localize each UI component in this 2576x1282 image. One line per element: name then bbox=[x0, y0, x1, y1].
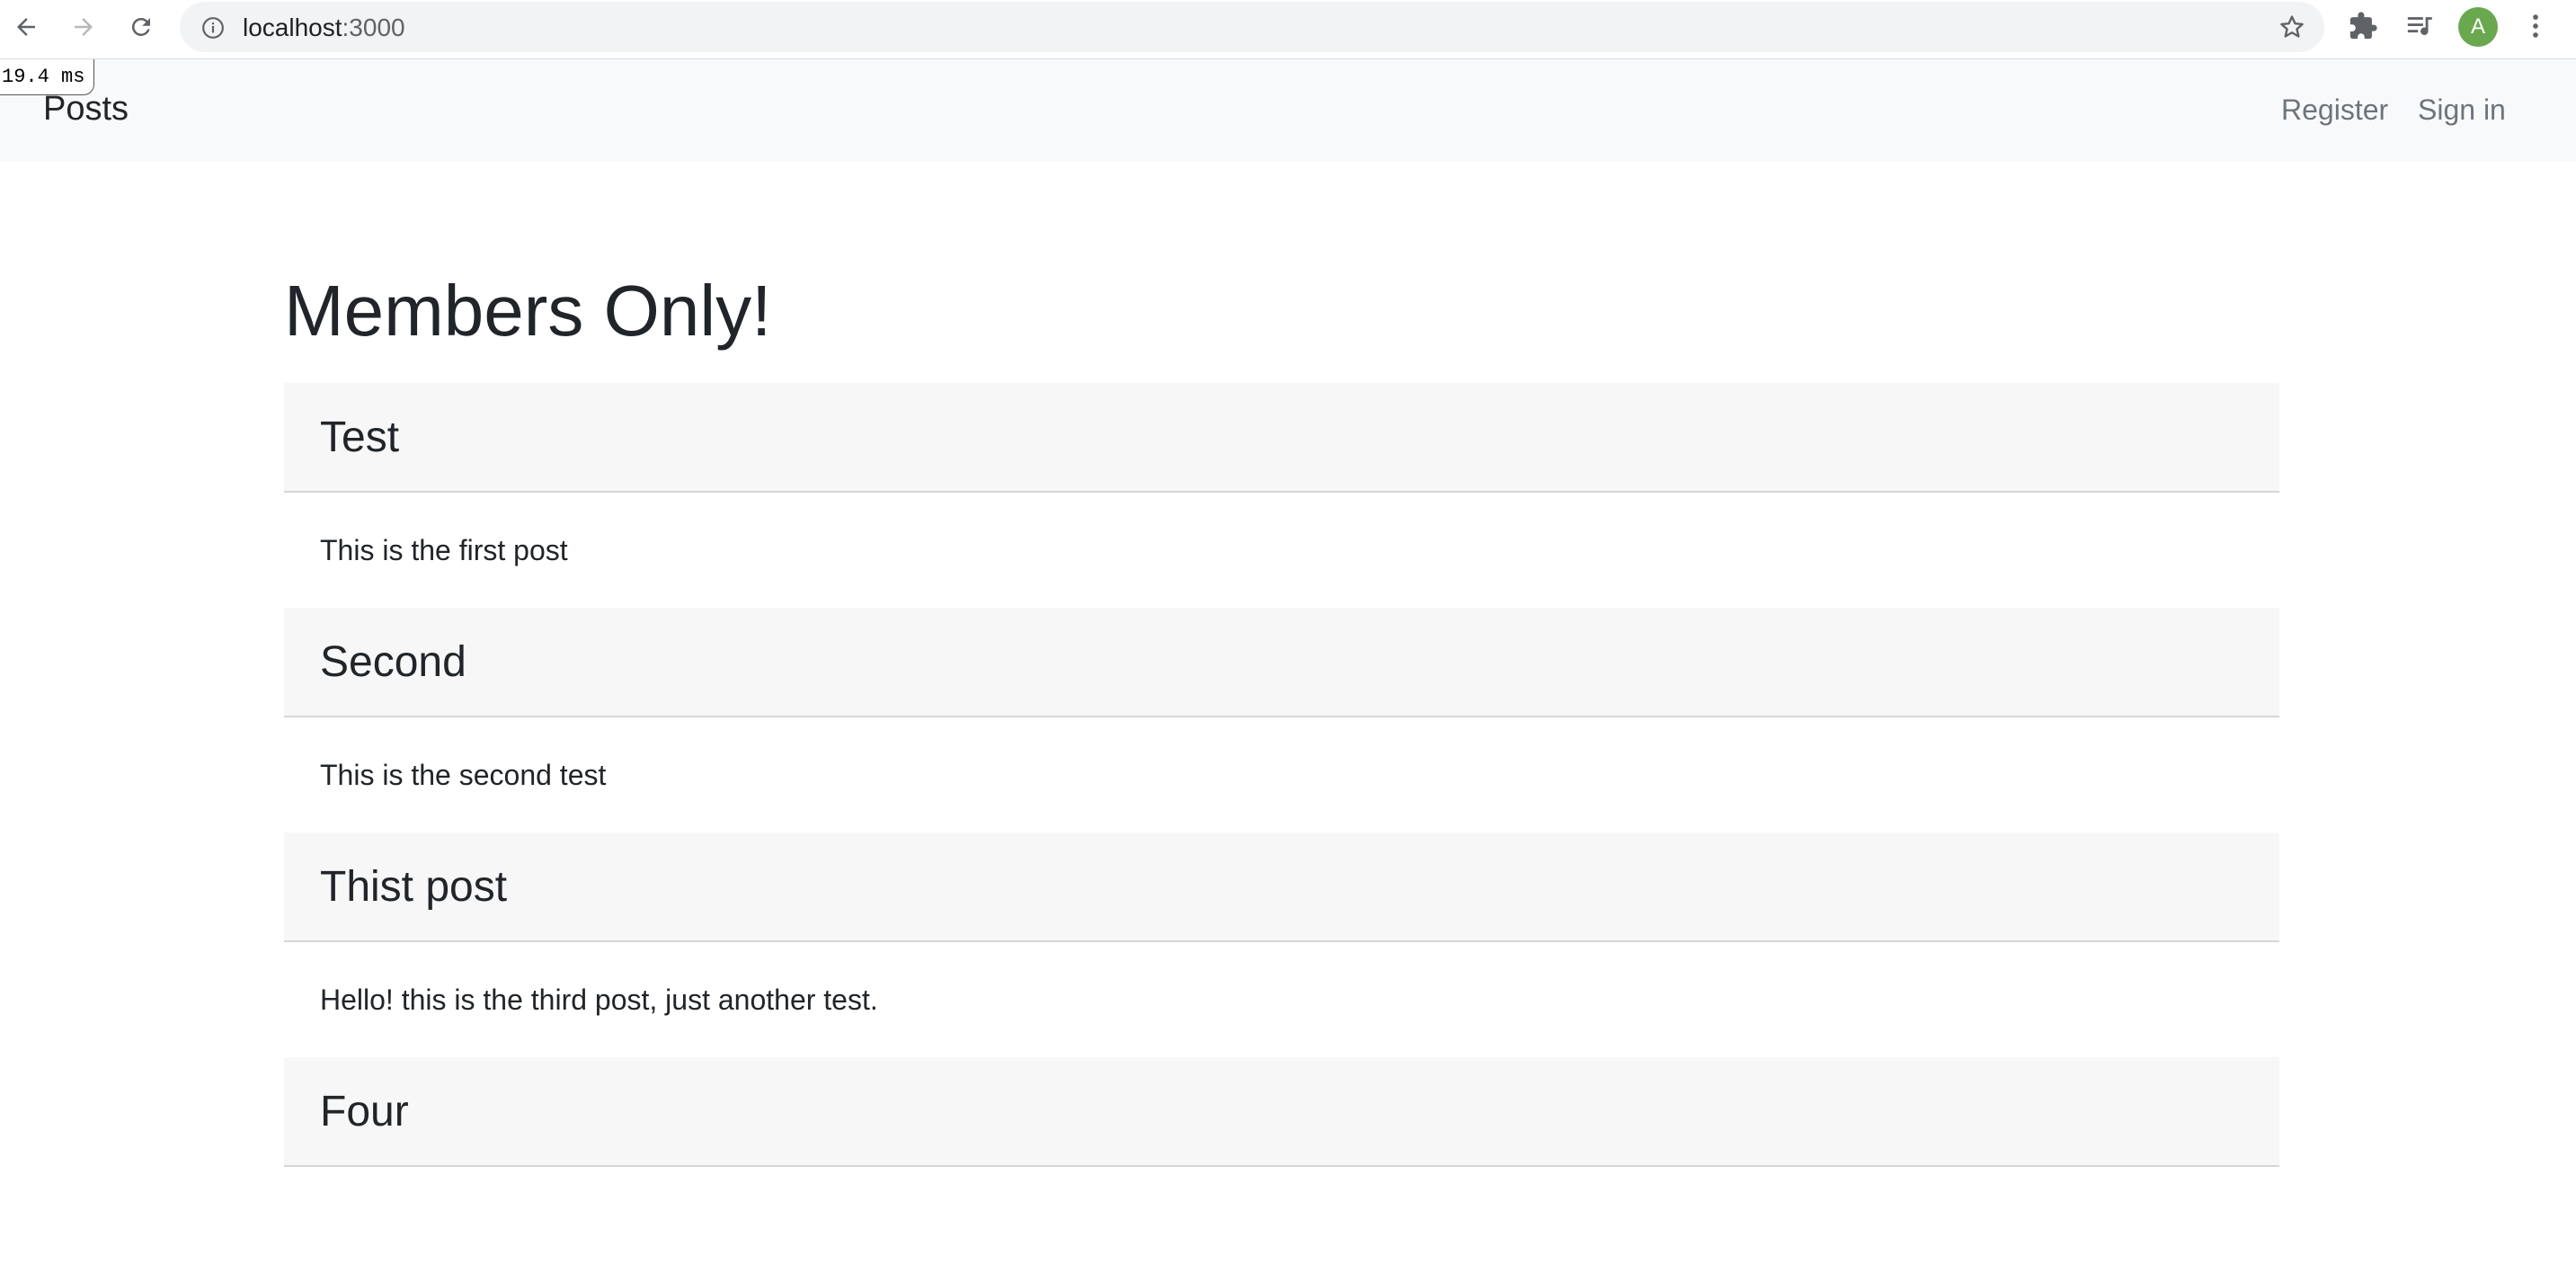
post-card: Thist post Hello! this is the third post… bbox=[284, 832, 2279, 1057]
post-body: This is the second test bbox=[320, 759, 607, 791]
browser-menu-button[interactable] bbox=[2520, 11, 2551, 41]
post-body bbox=[284, 1167, 2279, 1282]
post-header: Test bbox=[284, 383, 2279, 493]
register-link[interactable]: Register bbox=[2281, 93, 2388, 127]
browser-toolbar: localhost:3000 A bbox=[0, 0, 2576, 59]
post-title: Test bbox=[320, 414, 400, 461]
page-title: Members Only! bbox=[284, 271, 772, 351]
kebab-menu-icon bbox=[2533, 14, 2538, 38]
sign-in-link[interactable]: Sign in bbox=[2418, 93, 2506, 127]
playlist-icon bbox=[2407, 17, 2432, 35]
info-icon[interactable] bbox=[201, 16, 225, 40]
forward-arrow-icon bbox=[75, 18, 93, 36]
post-card: Test This is the first post bbox=[284, 383, 2279, 608]
profile-avatar[interactable]: A bbox=[2458, 7, 2498, 47]
puzzle-icon bbox=[2349, 12, 2377, 40]
url-port: :3000 bbox=[342, 13, 405, 41]
post-title: Second bbox=[320, 638, 466, 686]
post-header: Four bbox=[284, 1057, 2279, 1167]
post-title: Four bbox=[320, 1088, 409, 1135]
back-button[interactable] bbox=[7, 8, 45, 46]
extensions-button[interactable] bbox=[2348, 11, 2378, 41]
post-card: Second This is the second test bbox=[284, 608, 2279, 832]
post-title: Thist post bbox=[320, 863, 508, 911]
url-text[interactable]: localhost:3000 bbox=[243, 13, 405, 42]
post-card: Four bbox=[284, 1057, 2279, 1282]
navbar-brand[interactable]: Posts bbox=[43, 90, 129, 129]
app-navbar: Posts Register Sign in bbox=[0, 59, 2576, 162]
reload-button[interactable] bbox=[122, 8, 160, 46]
media-button[interactable] bbox=[2405, 11, 2436, 41]
post-body: This is the first post bbox=[320, 534, 568, 566]
render-timing-badge: 19.4 ms bbox=[0, 59, 95, 95]
back-arrow-icon bbox=[17, 18, 35, 36]
post-header: Thist post bbox=[284, 832, 2279, 942]
post-header: Second bbox=[284, 608, 2279, 717]
star-icon[interactable] bbox=[2278, 13, 2306, 41]
forward-button[interactable] bbox=[65, 8, 102, 46]
profile-initial: A bbox=[2470, 14, 2485, 39]
post-body: Hello! this is the third post, just anot… bbox=[320, 984, 878, 1016]
post-list: Test This is the first post Second This … bbox=[284, 383, 2279, 1282]
reload-icon bbox=[131, 17, 150, 36]
address-bar[interactable]: localhost:3000 bbox=[180, 2, 2324, 52]
main-content: Members Only! Test This is the first pos… bbox=[284, 162, 2279, 1282]
url-host: localhost bbox=[243, 13, 342, 41]
